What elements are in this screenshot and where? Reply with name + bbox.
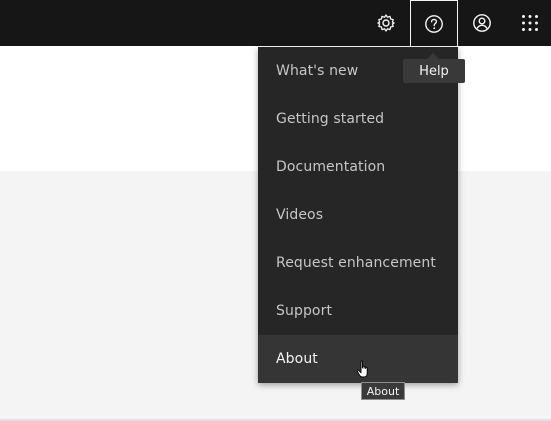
menu-item-label: What's new xyxy=(276,63,359,79)
hand-pointer-cursor-icon xyxy=(356,360,368,378)
menu-item-request-enhancement[interactable]: Request enhancement xyxy=(258,239,458,287)
help-icon xyxy=(425,15,443,33)
menu-item-label: Support xyxy=(276,303,333,319)
menu-item-getting-started[interactable]: Getting started xyxy=(258,95,458,143)
menu-item-label: Getting started xyxy=(276,111,385,127)
gear-icon xyxy=(377,14,395,32)
settings-button[interactable] xyxy=(362,0,410,46)
menu-item-videos[interactable]: Videos xyxy=(258,191,458,239)
menu-item-label: About xyxy=(276,351,318,367)
user-profile-button[interactable] xyxy=(458,0,506,46)
menu-item-label: Videos xyxy=(276,207,324,223)
help-menu: What's new Getting started Documentation… xyxy=(258,47,458,383)
menu-item-support[interactable]: Support xyxy=(258,287,458,335)
help-tooltip: Help xyxy=(403,59,465,83)
menu-item-label: Request enhancement xyxy=(276,255,436,271)
menu-item-documentation[interactable]: Documentation xyxy=(258,143,458,191)
app-switcher-button[interactable] xyxy=(506,0,551,46)
app-switcher-icon xyxy=(522,15,538,31)
user-icon xyxy=(473,14,491,32)
about-tooltip: About xyxy=(361,382,405,400)
help-button[interactable] xyxy=(410,0,458,47)
top-header xyxy=(0,0,551,47)
menu-item-label: Documentation xyxy=(276,159,386,175)
